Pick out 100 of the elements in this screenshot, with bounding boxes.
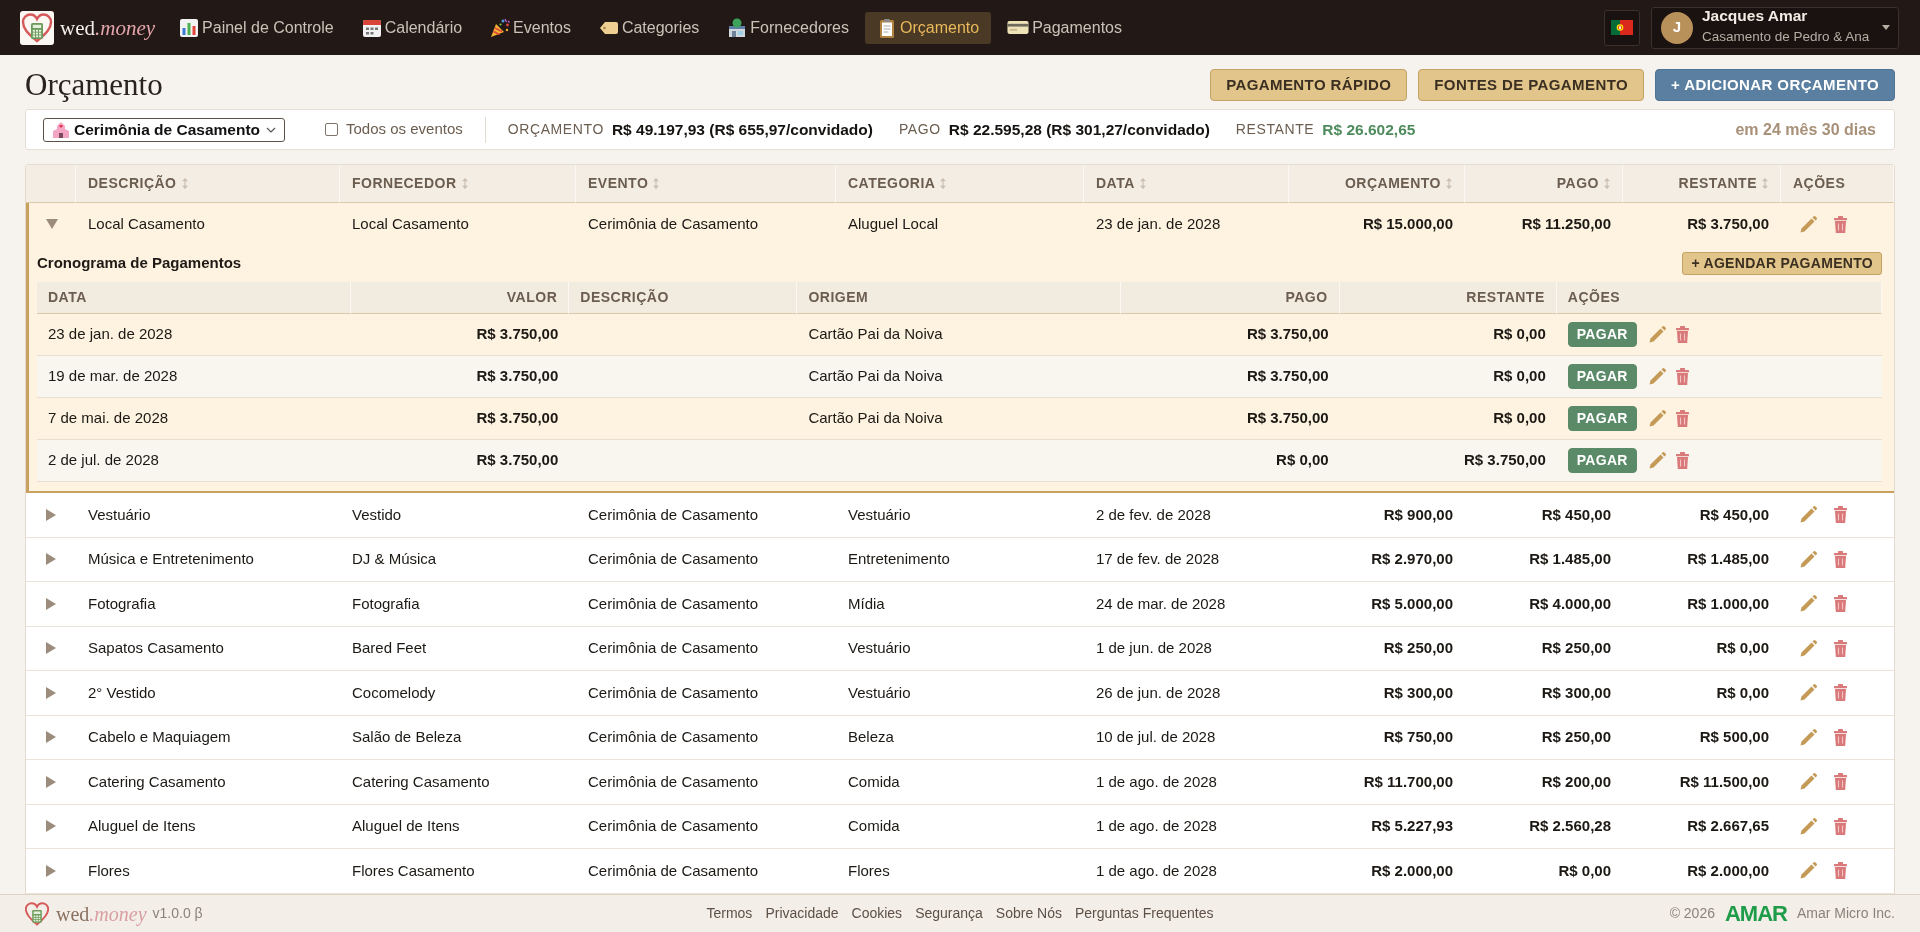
checkbox-label[interactable]: Todos os eventos [346,118,463,141]
table-cell: Catering Casamento [352,772,490,790]
table-cell: 2 de fev. de 2028 [1096,505,1211,523]
trash-icon[interactable] [1675,326,1689,343]
trash-icon[interactable] [1675,452,1689,469]
pay-button[interactable]: PAGAR [1567,406,1637,431]
table-cell: Aluguel Local [848,214,939,232]
pencil-icon[interactable] [1800,639,1817,657]
language-button[interactable] [1604,9,1640,46]
footer-link[interactable]: Termos [706,903,753,924]
nav-tab[interactable]: Calendário [349,11,475,44]
caret-right-icon[interactable] [46,597,56,610]
trash-icon[interactable] [1834,595,1847,613]
table-cell: R$ 200,00 [1541,772,1611,790]
trash-icon[interactable] [1834,728,1847,746]
table-cell: 17 de fev. de 2028 [1096,550,1220,567]
brand-name[interactable]: wed.money [60,15,156,40]
action-button[interactable]: FONTES DE PAGAMENTO [1418,69,1644,101]
pencil-icon[interactable] [1800,550,1817,568]
table-cell: R$ 3.750,00 [476,367,559,385]
pay-button[interactable]: PAGAR [1567,364,1637,389]
action-button[interactable]: PAGAMENTO RÁPIDO [1210,69,1408,101]
pencil-icon[interactable] [1648,368,1666,385]
summary-value: R$ 22.595,28 (R$ 301,27/convidado) [948,119,1210,140]
caret-right-icon[interactable] [46,642,56,655]
trash-icon[interactable] [1834,639,1847,657]
expanded-row[interactable]: Local Casamento Local Casamento Cerimônia de Casamento Aluguel Local 23 de jan. de 2028 R$ 15.000,00 R$ 11.250,00 R$ 3.750,00 [26,203,1894,245]
sort-icon [653,178,660,189]
pay-button[interactable]: PAGAR [1567,322,1637,347]
schedule-payment-button[interactable]: + AGENDAR PAGAMENTO [1682,252,1882,275]
table-cell: R$ 2.000,00 [1371,861,1453,879]
sort-icon [1446,178,1452,189]
trash-icon[interactable] [1834,506,1847,524]
footer-link[interactable]: Segurança [915,903,983,924]
table-cell: R$ 1.485,00 [1687,550,1769,567]
pencil-icon[interactable] [1800,684,1817,702]
trash-icon[interactable] [1834,550,1847,568]
caret-right-icon[interactable] [46,508,56,521]
caret-right-icon[interactable] [46,775,56,788]
table-cell: Cerimônia de Casamento [588,817,759,834]
table-cell: Fotografia [88,594,156,612]
pencil-icon[interactable] [1800,595,1817,613]
table-cell: R$ 2.970,00 [1371,550,1453,567]
caret-right-icon[interactable] [46,686,56,699]
pencil-icon[interactable] [1800,506,1817,524]
pencil-icon[interactable] [1800,817,1817,835]
table-cell: Cabelo e Maquiagem [88,728,231,745]
caret-right-icon[interactable] [46,864,56,877]
table-cell: 1 de jun. de 2028 [1096,639,1212,656]
all-events-checkbox[interactable] [325,123,338,136]
nav-tab[interactable]: Painel de Controle [167,11,346,44]
table-cell: Vestuário [848,683,911,701]
footer-link[interactable]: Cookies [851,903,903,924]
pencil-icon[interactable] [1648,452,1666,469]
pencil-icon[interactable] [1648,410,1666,427]
nav-tab[interactable]: Eventos [478,11,583,44]
table-cell: R$ 11.250,00 [1521,214,1611,232]
trash-icon[interactable] [1834,684,1847,702]
trash-icon[interactable] [1834,862,1847,880]
pay-button[interactable]: PAGAR [1567,448,1637,473]
table-cell: Flores Casamento [352,861,475,879]
table-cell: R$ 3.750,00 [476,451,559,469]
table-cell: Bared Feet [352,639,427,656]
caret-right-icon[interactable] [46,820,56,833]
trash-icon[interactable] [1834,817,1847,835]
trash-icon[interactable] [1675,410,1689,427]
footer-link[interactable]: Perguntas Frequentes [1075,903,1214,924]
heart-calculator-icon[interactable] [20,10,54,45]
pencil-icon[interactable] [1800,773,1817,791]
action-button[interactable]: + ADICIONAR ORÇAMENTO [1655,69,1895,101]
trash-icon[interactable] [1675,368,1689,385]
party-popper-icon [490,17,511,38]
table-cell: R$ 500,00 [1699,728,1769,745]
nav-tab[interactable]: Fornecedores [715,11,861,44]
caret-down-icon[interactable] [46,219,58,229]
caret-right-icon[interactable] [46,731,56,744]
pencil-icon[interactable] [1800,862,1817,880]
table-cell: R$ 5.227,93 [1371,817,1453,834]
pencil-icon[interactable] [1800,728,1817,746]
footer-brand[interactable]: wed.money [56,898,147,929]
table-cell: Comida [848,772,900,790]
summary-value: R$ 49.197,93 (R$ 655,97/convidado) [611,119,873,140]
table-cell: Cerimônia de Casamento [588,728,759,745]
caret-right-icon[interactable] [46,553,56,566]
footer-link[interactable]: Privacidade [765,903,839,924]
event-select[interactable]: Cerimônia de Casamento [43,117,285,142]
table-cell: R$ 15.000,00 [1362,214,1453,232]
user-menu-button[interactable]: J Jacques Amar Casamento de Pedro & Ana [1651,6,1899,49]
trash-icon[interactable] [1834,773,1847,791]
pencil-icon[interactable] [1800,215,1817,233]
nav-tab[interactable]: Pagamentos [995,11,1134,44]
footer-link[interactable]: Sobre Nós [995,903,1062,924]
copyright-text: © 2026 [1669,904,1715,923]
table-cell: Música e Entretenimento [88,550,254,567]
nav-tab[interactable]: Orçamento [865,11,992,44]
caret-down-icon [1882,25,1890,30]
sort-icon [461,178,468,189]
nav-tab[interactable]: Categories [586,11,712,44]
trash-icon[interactable] [1834,215,1847,233]
pencil-icon[interactable] [1648,326,1666,343]
